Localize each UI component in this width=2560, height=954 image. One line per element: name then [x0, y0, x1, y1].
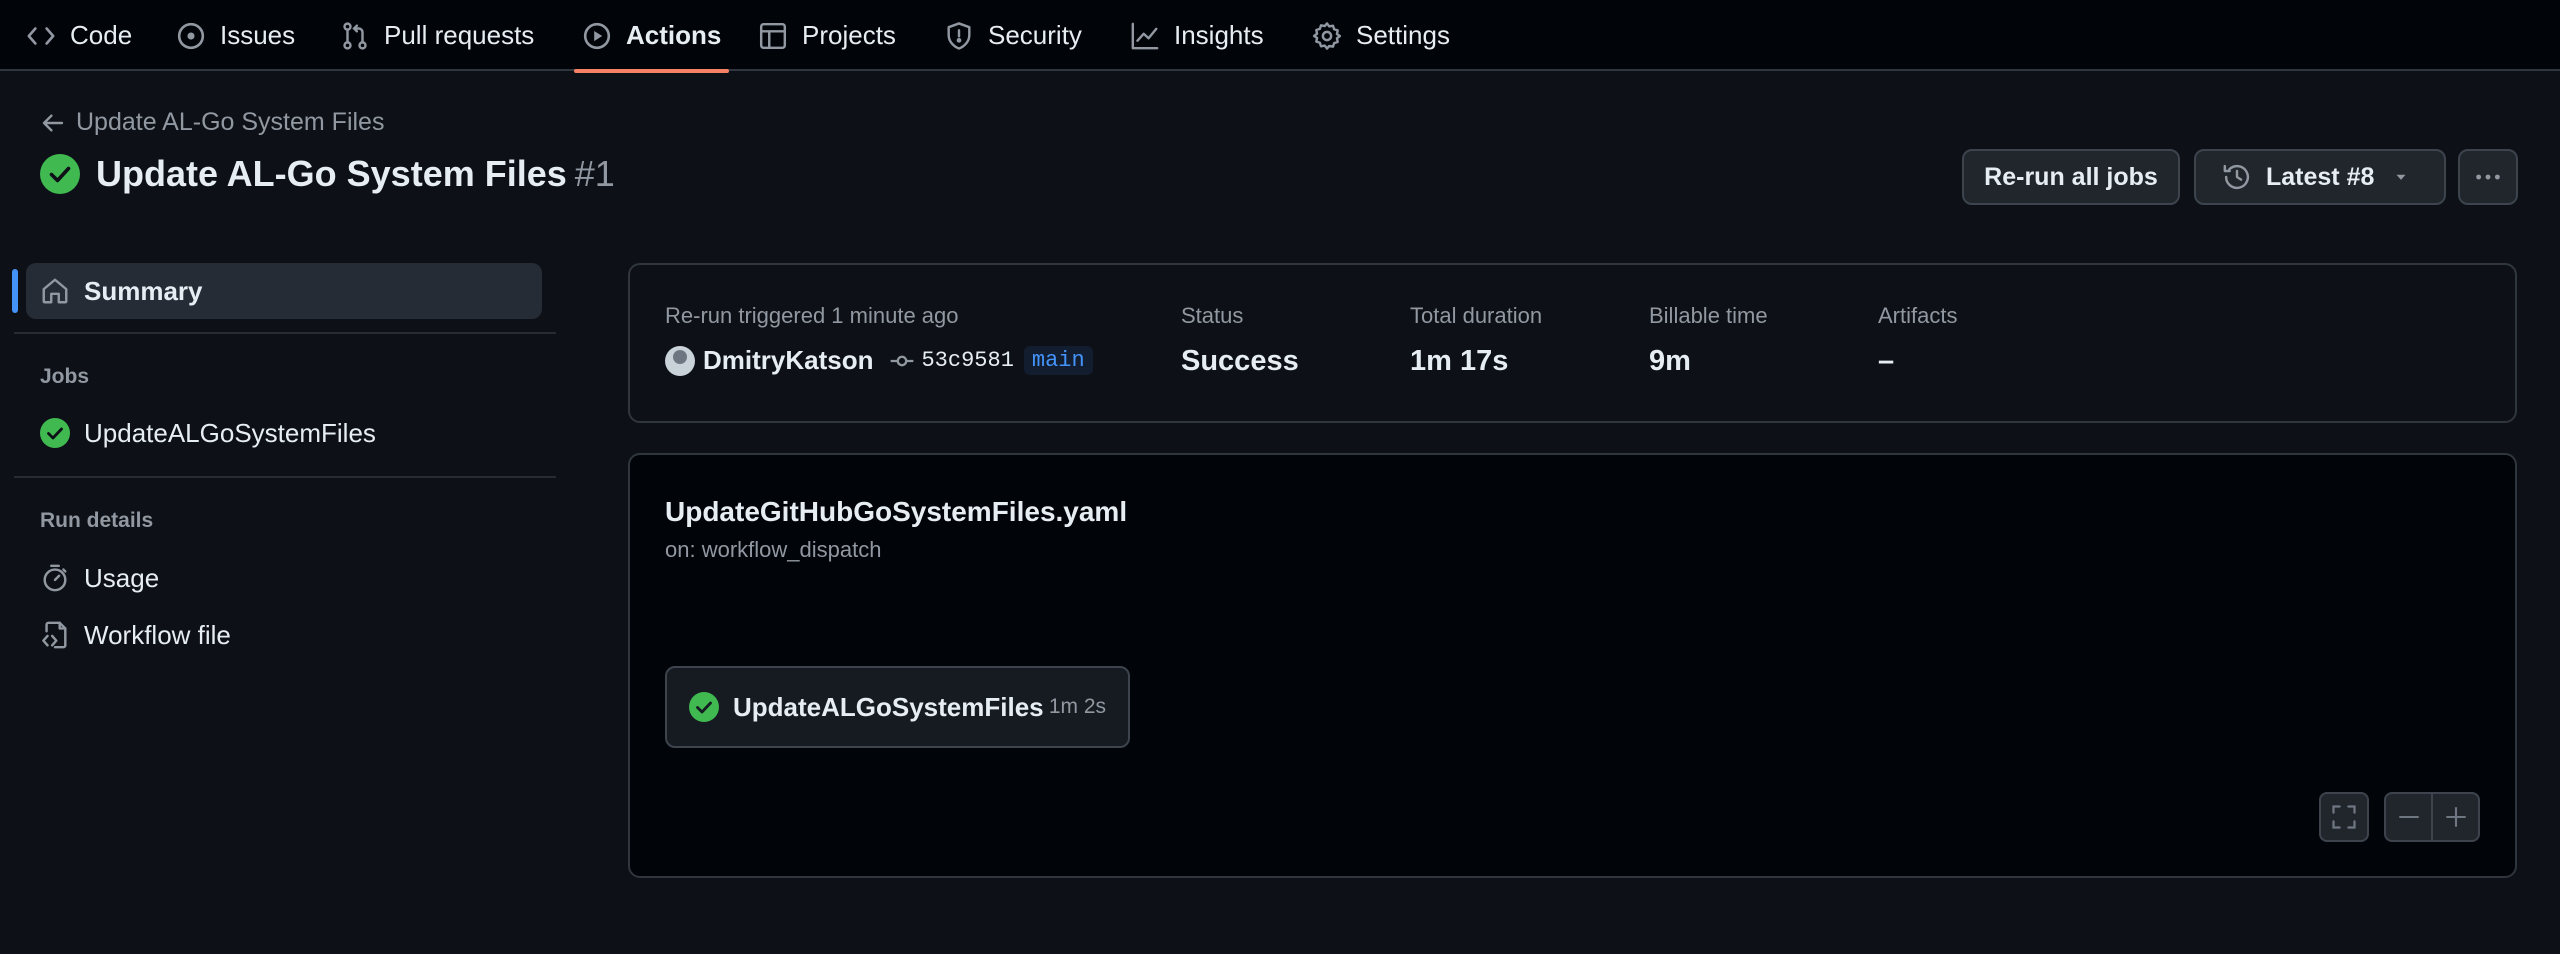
minus-icon: [2398, 815, 2419, 819]
shield-icon: [947, 21, 971, 50]
job-node-duration: 1m 2s: [1048, 695, 1106, 718]
play-icon: [583, 22, 611, 49]
commit-sha-link[interactable]: 53c9581: [921, 348, 1013, 373]
stopwatch-icon: [43, 564, 67, 592]
page-title: Update AL-Go System Files: [96, 153, 567, 194]
sidebar-item-usage[interactable]: Usage: [26, 550, 159, 606]
actor-link[interactable]: DmitryKatson: [703, 345, 873, 376]
repo-nav: Code Issues Pull requests Actions Projec…: [0, 0, 2560, 73]
billable-value[interactable]: 9m: [1649, 345, 1691, 378]
history-icon: [2223, 164, 2250, 190]
kebab-horizontal-icon: [2476, 174, 2500, 180]
billable-label: Billable time: [1649, 303, 1768, 328]
zoom-out-button[interactable]: [2384, 792, 2433, 842]
sidebar-item-summary-label: Summary: [84, 275, 203, 306]
tab-code[interactable]: Code: [26, 0, 132, 71]
tab-issues-label: Issues: [220, 20, 296, 50]
chevron-down-icon: [2396, 174, 2406, 180]
commit-icon: [891, 355, 914, 366]
workflow-trigger: on: workflow_dispatch: [665, 537, 882, 562]
success-check-icon: [40, 418, 70, 448]
latest-attempt-dropdown[interactable]: Latest #8: [2194, 149, 2446, 205]
sidebar-item-workflow-file-label: Workflow file: [84, 619, 231, 650]
tab-insights[interactable]: Insights: [1130, 0, 1264, 71]
arrow-left-icon: [42, 113, 64, 132]
success-check-icon: [40, 154, 80, 194]
tab-pull-requests[interactable]: Pull requests: [340, 0, 534, 71]
latest-attempt-label: Latest #8: [2266, 162, 2375, 191]
table-icon: [759, 22, 787, 49]
sidebar-item-job[interactable]: UpdateALGoSystemFiles: [26, 405, 376, 461]
branch-badge[interactable]: main: [1023, 346, 1093, 375]
breadcrumb-label: Update AL-Go System Files: [76, 108, 385, 136]
job-node-name: UpdateALGoSystemFiles: [733, 691, 1044, 722]
run-summary-card: [628, 263, 2517, 423]
trigger-details: DmitryKatson 53c9581 main: [665, 345, 1093, 376]
jobs-heading: Jobs: [40, 365, 90, 388]
issue-icon: [177, 22, 205, 49]
tab-code-label: Code: [70, 20, 133, 50]
home-icon: [42, 278, 68, 304]
avatar[interactable]: [665, 345, 695, 376]
plus-icon: [2445, 807, 2466, 827]
artifacts-value: –: [1878, 345, 1895, 377]
fullscreen-icon: [2332, 805, 2356, 829]
duration-value: 1m 17s: [1410, 345, 1509, 377]
tab-issues[interactable]: Issues: [176, 0, 295, 71]
tab-pull-requests-label: Pull requests: [384, 20, 535, 50]
file-code-icon: [42, 621, 67, 649]
gear-icon: [1312, 21, 1342, 50]
tab-actions[interactable]: Actions: [573, 0, 730, 73]
sidebar-item-job-label: UpdateALGoSystemFiles: [84, 417, 376, 448]
artifacts-label: Artifacts: [1878, 303, 1958, 328]
tab-insights-label: Insights: [1174, 20, 1264, 50]
rerun-all-jobs-button[interactable]: Re-run all jobs: [1962, 149, 2180, 205]
tab-security[interactable]: Security: [944, 0, 1082, 71]
status-value: Success: [1181, 345, 1299, 377]
code-icon: [27, 26, 55, 45]
tab-projects[interactable]: Projects: [758, 0, 896, 71]
selection-indicator: [12, 269, 18, 313]
workflow-file-name: UpdateGitHubGoSystemFiles.yaml: [665, 496, 1128, 527]
tab-settings-label: Settings: [1356, 20, 1450, 50]
sidebar-item-usage-label: Usage: [84, 562, 160, 593]
sidebar-item-summary[interactable]: Summary: [26, 263, 542, 319]
success-check-icon: [689, 692, 719, 722]
zoom-in-button[interactable]: [2431, 792, 2480, 842]
status-label: Status: [1181, 303, 1244, 328]
pull-request-icon: [343, 21, 367, 50]
run-title-row: Update AL-Go System Files #1: [40, 153, 615, 195]
breadcrumb[interactable]: Update AL-Go System Files: [40, 108, 384, 137]
tab-settings[interactable]: Settings: [1312, 0, 1450, 71]
job-node[interactable]: UpdateALGoSystemFiles 1m 2s: [665, 666, 1130, 748]
tab-security-label: Security: [988, 20, 1082, 50]
fullscreen-button[interactable]: [2319, 792, 2369, 842]
graph-icon: [1131, 22, 1159, 49]
duration-label: Total duration: [1410, 303, 1543, 328]
tab-projects-label: Projects: [802, 20, 896, 50]
sidebar-item-workflow-file[interactable]: Workflow file: [26, 607, 231, 663]
rerun-all-jobs-label: Re-run all jobs: [1984, 162, 2158, 191]
tab-actions-label: Actions: [626, 20, 722, 50]
sidebar-divider: [14, 476, 556, 478]
trigger-label: Re-run triggered 1 minute ago: [665, 303, 959, 328]
sidebar-divider: [14, 332, 556, 334]
run-details-heading: Run details: [40, 509, 154, 532]
run-number: #1: [574, 153, 615, 194]
more-options-button[interactable]: [2458, 149, 2518, 205]
